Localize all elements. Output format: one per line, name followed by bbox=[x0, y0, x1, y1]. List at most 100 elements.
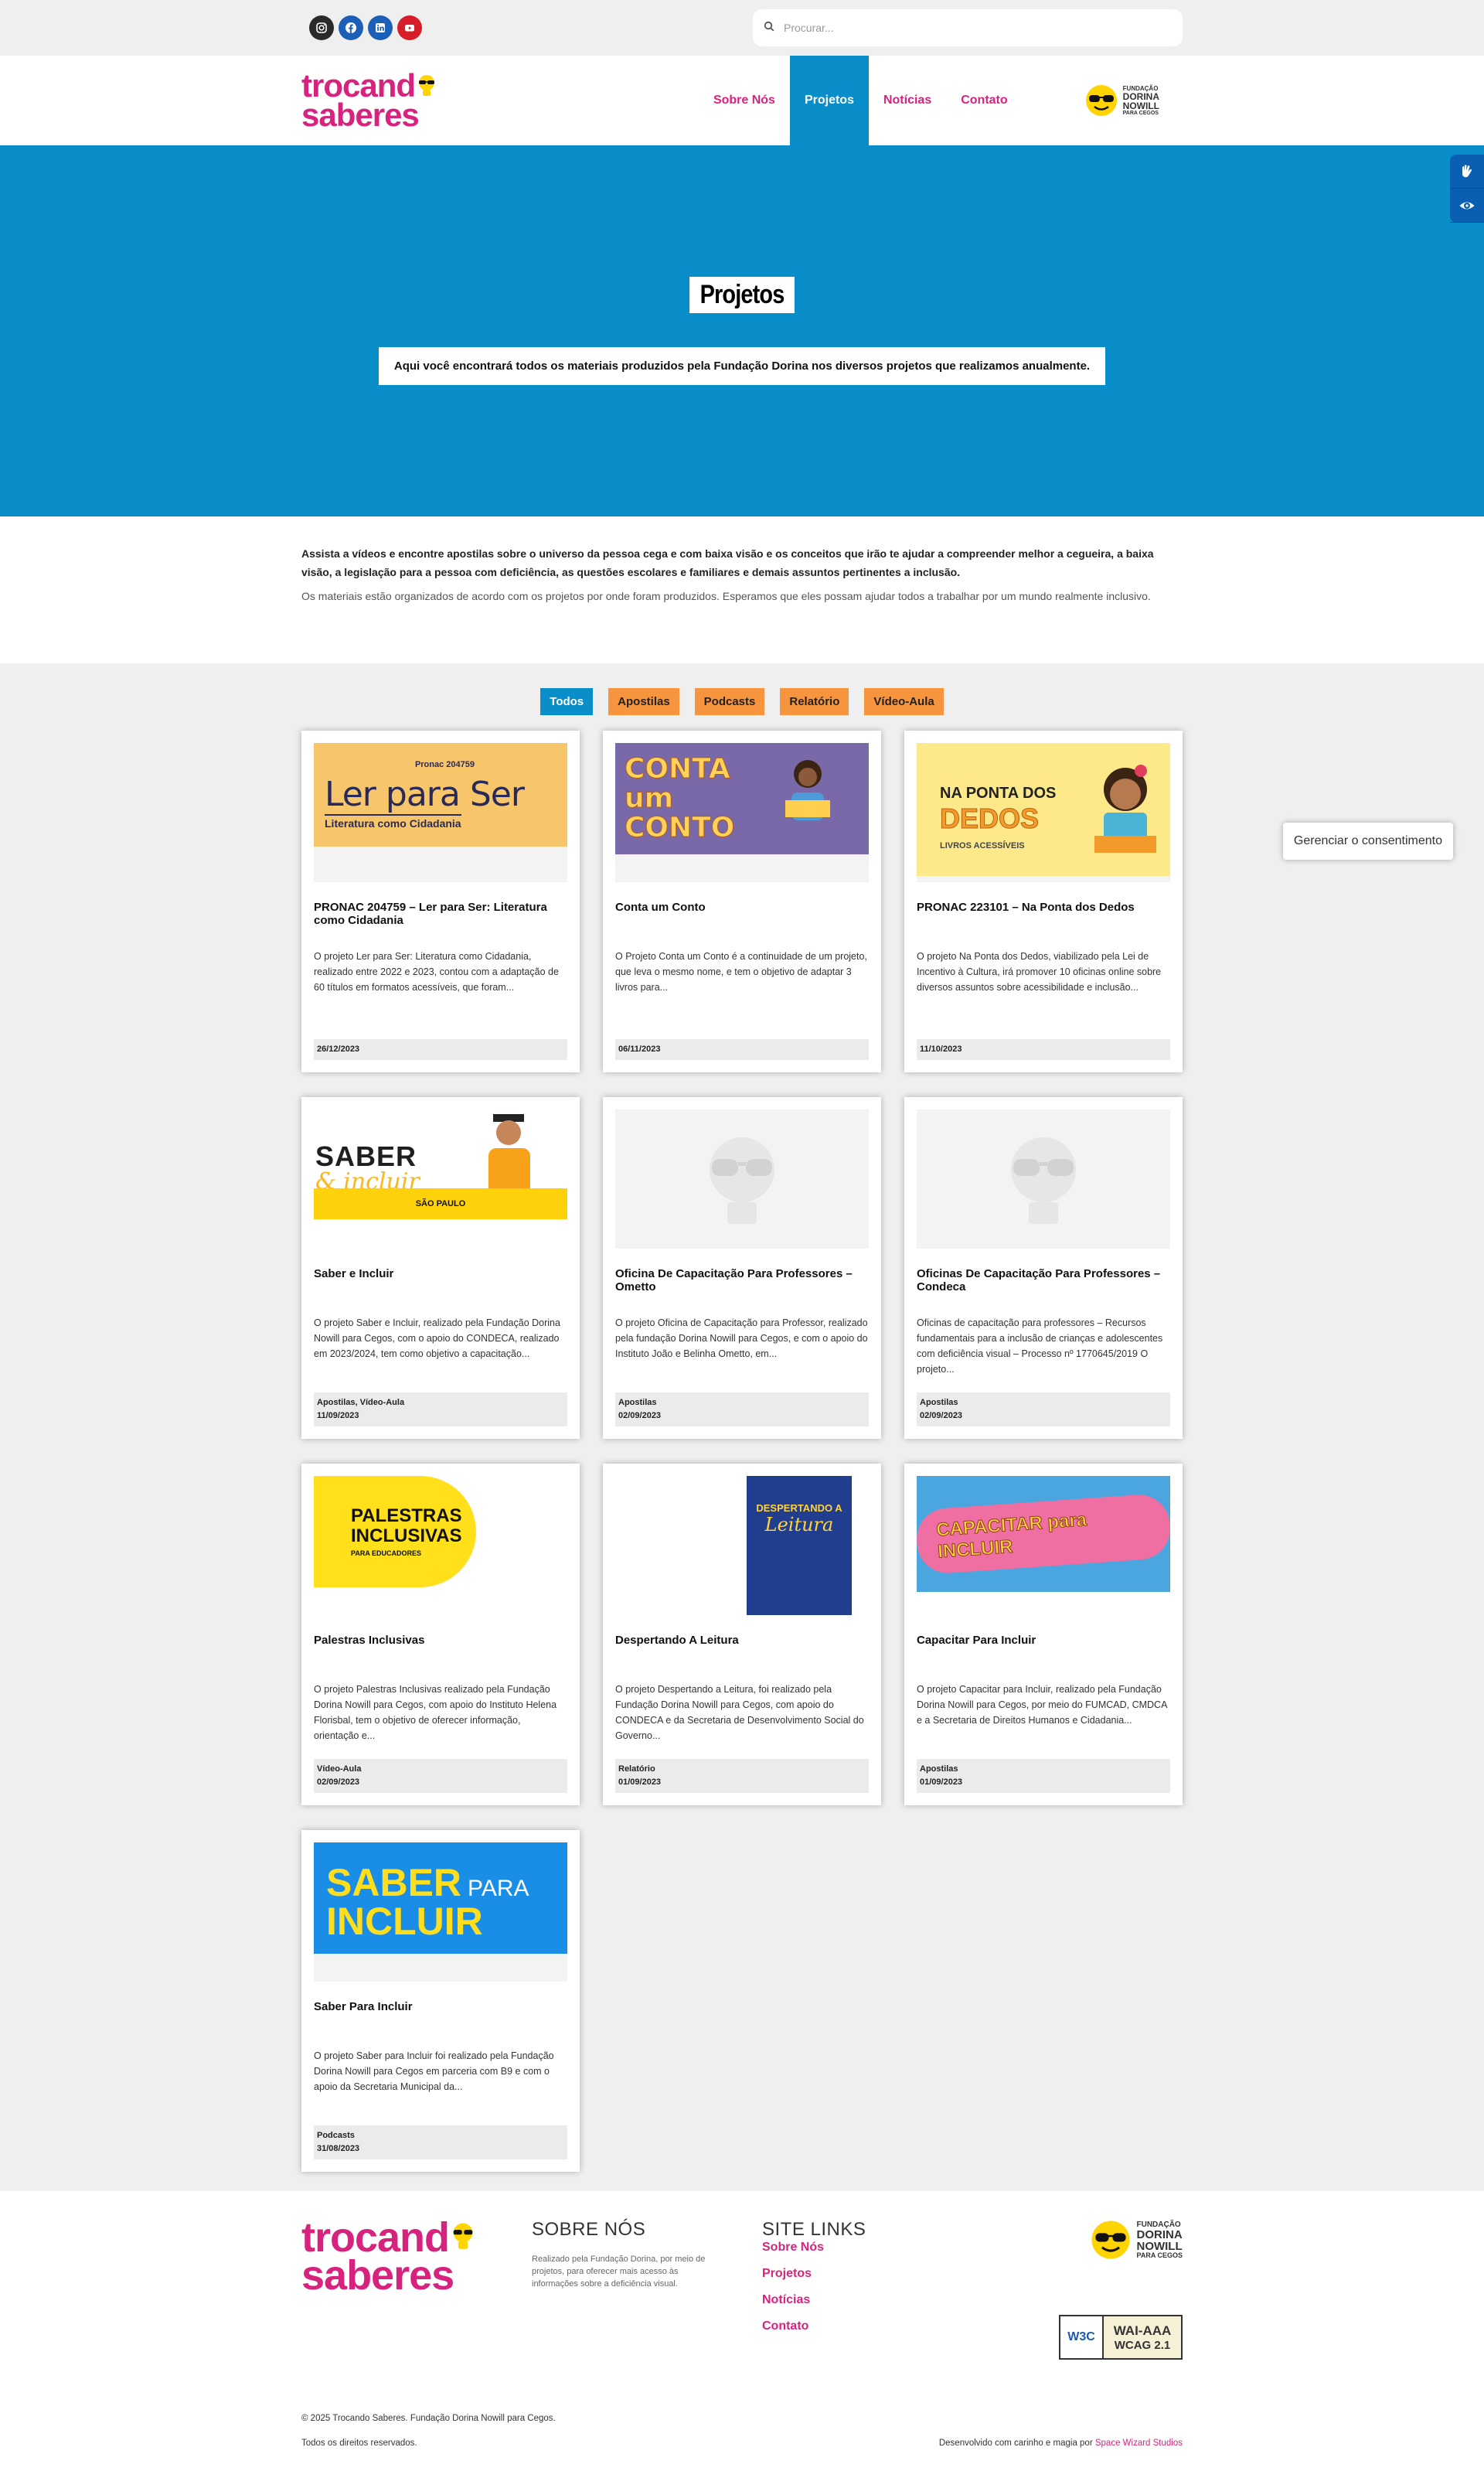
filter-todos[interactable]: Todos bbox=[540, 688, 594, 715]
thumb-tag: SÃO PAULO bbox=[314, 1188, 567, 1219]
smiley-sunglasses-icon bbox=[1091, 2220, 1131, 2259]
project-excerpt: O projeto Saber para Incluir foi realiza… bbox=[314, 2050, 554, 2092]
thumb-subheading: Leitura bbox=[764, 1514, 834, 1535]
filter-video-aula[interactable]: Vídeo-Aula bbox=[864, 688, 944, 715]
search-input[interactable] bbox=[784, 22, 1172, 34]
page-title: Projetos bbox=[689, 277, 795, 313]
child-reading-illustration bbox=[785, 760, 830, 820]
linkedin-icon[interactable] bbox=[368, 15, 393, 40]
thumb-tag: PARA bbox=[468, 1876, 529, 1901]
footer-link-contato[interactable]: Contato bbox=[762, 2319, 994, 2333]
lightbulb-icon bbox=[451, 2221, 475, 2254]
dorina-l1: FUNDAÇÃO bbox=[1136, 2220, 1181, 2229]
footer-link-noticias[interactable]: Notícias bbox=[762, 2293, 994, 2307]
main-nav: Sobre Nós Projetos Notícias Contato bbox=[699, 56, 1023, 145]
thumb-heading: CAPACITAR para INCLUIR bbox=[935, 1509, 1088, 1563]
project-meta: Apostilas 02/09/2023 bbox=[917, 1392, 1170, 1426]
project-card[interactable]: SABER PARA INCLUIR Saber Para Incluir O … bbox=[301, 1830, 580, 2172]
filter-podcasts[interactable]: Podcasts bbox=[694, 688, 765, 715]
thumb-subheading: INCLUIR bbox=[326, 1900, 483, 1943]
project-category: Apostilas, Vídeo-Aula bbox=[317, 1398, 405, 1407]
project-excerpt: Oficinas de capacitação para professores… bbox=[917, 1317, 1163, 1375]
project-card[interactable]: Pronac 204759 Ler para Ser Literatura co… bbox=[301, 731, 580, 1072]
project-meta: 06/11/2023 bbox=[615, 1039, 869, 1060]
footer-link-projetos[interactable]: Projetos bbox=[762, 2267, 994, 2281]
thumb-heading: PALESTRAS INCLUSIVAS bbox=[351, 1505, 462, 1546]
nav-sobre-nos[interactable]: Sobre Nós bbox=[699, 56, 790, 145]
dorina-l4: PARA CEGOS bbox=[1136, 2251, 1183, 2259]
project-card[interactable]: NA PONTA DOS DEDOS LIVROS ACESSÍVEIS PRO… bbox=[904, 731, 1183, 1072]
search-box bbox=[753, 9, 1183, 46]
project-date: 06/11/2023 bbox=[618, 1045, 661, 1054]
project-excerpt: O projeto Ler para Ser: Literatura como … bbox=[314, 951, 559, 993]
intro-section: Assista a vídeos e encontre apostilas so… bbox=[0, 516, 1484, 663]
project-title: Despertando A Leitura bbox=[615, 1634, 739, 1647]
eye-icon[interactable] bbox=[1450, 189, 1484, 223]
consent-manager-button[interactable]: Gerenciar o consentimento bbox=[1282, 823, 1453, 860]
youtube-icon[interactable] bbox=[397, 15, 422, 40]
project-card[interactable]: Oficina De Capacitação Para Professores … bbox=[603, 1097, 881, 1439]
instagram-icon[interactable] bbox=[309, 15, 334, 40]
thumb-subheading: Literatura como Cidadania bbox=[325, 813, 461, 830]
project-card[interactable]: DESPERTANDO A Leitura Despertando A Leit… bbox=[603, 1464, 881, 1805]
placeholder-lightbulb-icon bbox=[615, 1109, 869, 1249]
project-thumbnail: SABER & incluir SÃO PAULO bbox=[314, 1109, 567, 1249]
nav-contato[interactable]: Contato bbox=[946, 56, 1022, 145]
footer-logo-line1: trocand bbox=[301, 2214, 450, 2261]
dorina-l2: DORINA bbox=[1136, 2227, 1183, 2241]
project-excerpt: O projeto Saber e Incluir, realizado pel… bbox=[314, 1317, 560, 1359]
project-date: 02/09/2023 bbox=[618, 1411, 662, 1420]
filter-relatorio[interactable]: Relatório bbox=[780, 688, 849, 715]
nav-noticias[interactable]: Notícias bbox=[869, 56, 946, 145]
footer-about-title: SOBRE NÓS bbox=[532, 2219, 646, 2240]
project-excerpt: O projeto Na Ponta dos Dedos, viabilizad… bbox=[917, 951, 1162, 993]
developer-link[interactable]: Space Wizard Studios bbox=[1095, 2439, 1183, 2448]
footer-link-sobre-nos[interactable]: Sobre Nós bbox=[762, 2241, 994, 2255]
thumb-subheading: PARA EDUCADORES bbox=[351, 1549, 422, 1557]
site-logo[interactable]: trocand saberes bbox=[301, 70, 437, 131]
project-title: Saber Para Incluir bbox=[314, 2000, 413, 2013]
dorina-l3: NOWILL bbox=[1122, 100, 1159, 111]
project-title: Palestras Inclusivas bbox=[314, 1634, 425, 1647]
project-card[interactable]: CONTA um CONTO Conta um Conto O Projeto … bbox=[603, 731, 881, 1072]
intro-text: Os materiais estão organizados de acordo… bbox=[301, 590, 1151, 602]
filter-apostilas[interactable]: Apostilas bbox=[608, 688, 679, 715]
thumb-tag: LIVROS ACESSÍVEIS bbox=[940, 840, 1025, 850]
project-title: Saber e Incluir bbox=[314, 1267, 394, 1280]
footer-links-title: SITE LINKS bbox=[762, 2219, 866, 2240]
project-meta: 11/10/2023 bbox=[917, 1039, 1170, 1060]
footer-bottom: © 2025 Trocando Saberes. Fundação Dorina… bbox=[301, 2414, 1183, 2471]
project-category: Vídeo-Aula bbox=[317, 1764, 362, 1774]
nav-projetos[interactable]: Projetos bbox=[789, 56, 869, 145]
footer-logo[interactable]: trocand saberes bbox=[301, 2214, 532, 2360]
project-title: Capacitar Para Incluir bbox=[917, 1634, 1036, 1647]
project-meta: Apostilas 01/09/2023 bbox=[917, 1759, 1170, 1793]
top-bar bbox=[0, 0, 1484, 56]
project-thumbnail: CAPACITAR para INCLUIR bbox=[917, 1476, 1170, 1615]
thumb-subheading: DEDOS bbox=[939, 802, 1040, 834]
project-meta: Vídeo-Aula 02/09/2023 bbox=[314, 1759, 567, 1793]
project-date: 11/09/2023 bbox=[317, 1411, 359, 1420]
project-card[interactable]: PALESTRAS INCLUSIVAS PARA EDUCADORES Pal… bbox=[301, 1464, 580, 1805]
project-card[interactable]: Oficinas De Capacitação Para Professores… bbox=[904, 1097, 1183, 1439]
project-excerpt: O projeto Capacitar para Incluir, realiz… bbox=[917, 1684, 1167, 1726]
wcag-badge[interactable]: W3C WAI-AAA WCAG 2.1 bbox=[1059, 2315, 1183, 2360]
project-date: 11/10/2023 bbox=[920, 1045, 962, 1054]
facebook-icon[interactable] bbox=[339, 15, 363, 40]
projects-list: Todos Apostilas Podcasts Relatório Vídeo… bbox=[0, 663, 1484, 2191]
project-card[interactable]: CAPACITAR para INCLUIR Capacitar Para In… bbox=[904, 1464, 1183, 1805]
hero-banner: Projetos Aqui você encontrará todos os m… bbox=[0, 145, 1484, 516]
sign-language-icon[interactable] bbox=[1450, 155, 1484, 189]
project-title: Oficina De Capacitação Para Professores … bbox=[615, 1267, 853, 1293]
project-card[interactable]: SABER & incluir SÃO PAULO Saber e Inclui… bbox=[301, 1097, 580, 1439]
footer-about-text: Realizado pela Fundação Dorina, por meio… bbox=[532, 2255, 706, 2289]
footer-dorina-logo[interactable]: FUNDAÇÃO DORINA NOWILL PARA CEGOS bbox=[1090, 2219, 1183, 2261]
project-date: 02/09/2023 bbox=[317, 1777, 360, 1787]
copyright: © 2025 Trocando Saberes. Fundação Dorina… bbox=[301, 2414, 556, 2423]
project-excerpt: O Projeto Conta um Conto é a continuidad… bbox=[615, 951, 867, 993]
project-thumbnail: CONTA um CONTO bbox=[615, 743, 869, 882]
project-meta: Apostilas 02/09/2023 bbox=[615, 1392, 869, 1426]
dorina-nowill-logo[interactable]: FUNDAÇÃO DORINA NOWILL PARA CEGOS bbox=[1084, 84, 1159, 118]
project-excerpt: O projeto Palestras Inclusivas realizado… bbox=[314, 1684, 557, 1741]
social-links bbox=[309, 15, 422, 40]
